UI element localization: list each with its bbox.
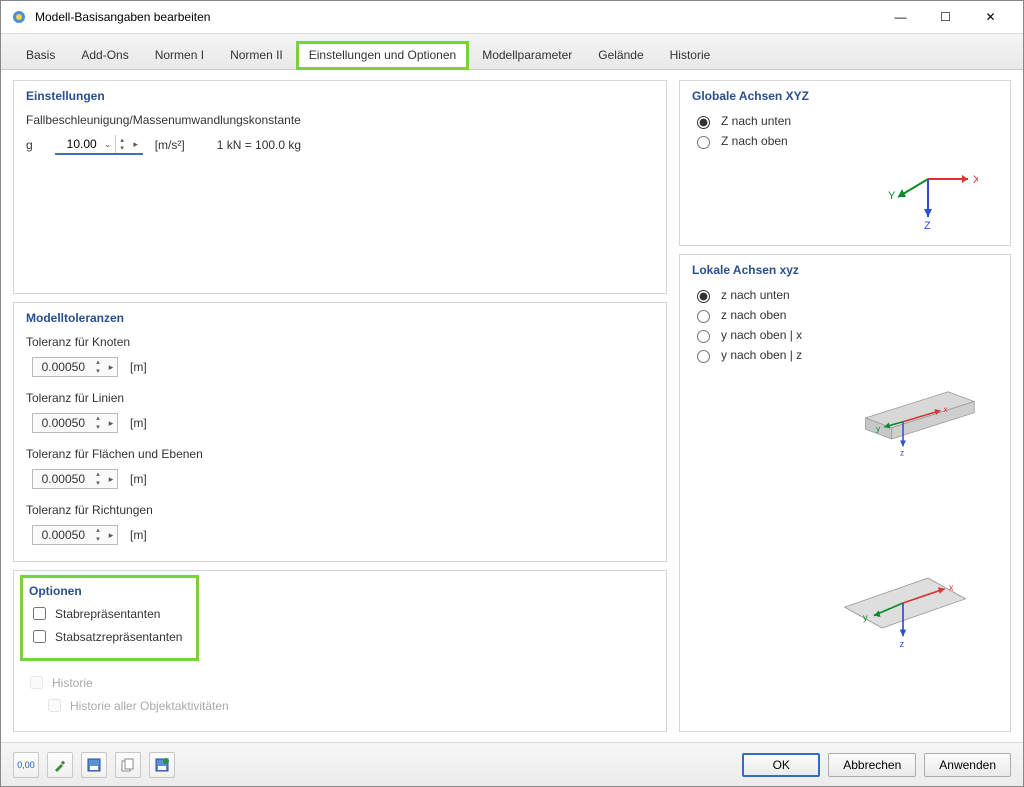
svg-text:X: X <box>973 174 978 186</box>
tab-basis[interactable]: Basis <box>13 41 68 70</box>
disk2-icon <box>155 758 169 772</box>
checkbox-historie-input <box>30 676 43 689</box>
minimize-button[interactable]: — <box>878 2 923 32</box>
tol-unit-1: [m] <box>130 416 147 430</box>
app-icon <box>11 9 27 25</box>
checkbox-stab-input[interactable] <box>33 607 46 620</box>
g-symbol: g <box>26 138 33 152</box>
disk-icon <box>87 758 101 772</box>
toolbtn-decimals[interactable]: 0,00 <box>13 752 39 778</box>
panel-title-settings: Einstellungen <box>26 89 654 103</box>
brush-icon <box>53 758 67 772</box>
tol-label-3: Toleranz für Richtungen <box>26 503 654 517</box>
panel-title-options: Optionen <box>29 584 182 598</box>
dialog-footer: 0,00 OK Abbrechen Anwenden <box>1 742 1023 786</box>
chevron-down-icon[interactable]: ⌄ <box>101 139 115 150</box>
local-axes-plane-diagram: x y z <box>692 537 998 667</box>
panel-settings: Einstellungen Fallbeschleunigung/Massenu… <box>13 80 667 294</box>
tol-spinner-2[interactable]: 0.00050 ▴▾ ▸ <box>32 469 118 489</box>
radio-local-3[interactable]: y nach oben | z <box>692 347 998 363</box>
checkbox-stabsatz[interactable]: Stabsatzrepräsentanten <box>29 627 182 646</box>
options-highlight-box: Optionen Stabrepräsentanten Stabsatzrepr… <box>20 575 199 661</box>
svg-text:Y: Y <box>888 190 896 202</box>
svg-text:y: y <box>863 613 868 623</box>
svg-text:z: z <box>900 449 904 458</box>
panel-title-tolerances: Modelltoleranzen <box>26 311 654 325</box>
panel-title-local-axes: Lokale Achsen xyz <box>692 263 998 277</box>
checkbox-historie-all: Historie aller Objektaktivitäten <box>44 696 654 715</box>
g-unit: [m/s²] <box>155 138 185 152</box>
toolbtn-copy[interactable] <box>115 752 141 778</box>
tol-label-0: Toleranz für Knoten <box>26 335 654 349</box>
tab-normen-1[interactable]: Normen I <box>142 41 217 70</box>
tab-normen-2[interactable]: Normen II <box>217 41 296 70</box>
tol-unit-3: [m] <box>130 528 147 542</box>
tab-modellparameter[interactable]: Modellparameter <box>469 41 585 70</box>
accel-label: Fallbeschleunigung/Massenumwandlungskons… <box>26 113 654 127</box>
radio-global-0[interactable]: Z nach unten <box>692 113 998 129</box>
g-note: 1 kN = 100.0 kg <box>217 138 301 152</box>
toolbtn-brush[interactable] <box>47 752 73 778</box>
close-button[interactable]: ✕ <box>968 2 1013 32</box>
go-arrow-icon[interactable]: ▸ <box>129 139 143 150</box>
g-input[interactable] <box>55 135 101 153</box>
maximize-button[interactable]: ☐ <box>923 2 968 32</box>
svg-text:z: z <box>900 639 905 649</box>
checkbox-historie: Historie <box>26 673 654 692</box>
tol-spinner-3[interactable]: 0.00050 ▴▾ ▸ <box>32 525 118 545</box>
tab-historie[interactable]: Historie <box>657 41 724 70</box>
ok-button[interactable]: OK <box>742 753 820 777</box>
dialog-window: Modell-Basisangaben bearbeiten — ☐ ✕ Bas… <box>0 0 1024 787</box>
panel-tolerances: Modelltoleranzen Toleranz für Knoten 0.0… <box>13 302 667 562</box>
svg-text:x: x <box>949 583 954 593</box>
radio-global-1[interactable]: Z nach oben <box>692 133 998 149</box>
panel-options: Optionen Stabrepräsentanten Stabsatzrepr… <box>13 570 667 732</box>
checkbox-historie-all-input <box>48 699 61 712</box>
tab-gelaende[interactable]: Gelände <box>585 41 656 70</box>
content-area: Einstellungen Fallbeschleunigung/Massenu… <box>1 70 1023 742</box>
checkbox-stab[interactable]: Stabrepräsentanten <box>29 604 182 623</box>
window-title: Modell-Basisangaben bearbeiten <box>35 10 878 24</box>
radio-local-2[interactable]: y nach oben | x <box>692 327 998 343</box>
tabstrip: Basis Add-Ons Normen I Normen II Einstel… <box>1 33 1023 70</box>
copy-icon <box>121 758 135 772</box>
cancel-button[interactable]: Abbrechen <box>828 753 916 777</box>
panel-global-axes: Globale Achsen XYZ Z nach unten Z nach o… <box>679 80 1011 246</box>
titlebar: Modell-Basisangaben bearbeiten — ☐ ✕ <box>1 1 1023 33</box>
tol-label-2: Toleranz für Flächen und Ebenen <box>26 447 654 461</box>
tol-unit-0: [m] <box>130 360 147 374</box>
toolbtn-save[interactable] <box>81 752 107 778</box>
tab-addons[interactable]: Add-Ons <box>68 41 141 70</box>
radio-local-0[interactable]: z nach unten <box>692 287 998 303</box>
g-spinner[interactable]: ⌄ ▴▾ ▸ <box>55 135 143 155</box>
global-axes-diagram: X Y Z <box>692 153 998 233</box>
apply-button[interactable]: Anwenden <box>924 753 1011 777</box>
panel-title-global-axes: Globale Achsen XYZ <box>692 89 998 103</box>
tol-spinner-0[interactable]: 0.00050 ▴▾ ▸ <box>32 357 118 377</box>
tol-spinner-1[interactable]: 0.00050 ▴▾ ▸ <box>32 413 118 433</box>
tol-unit-2: [m] <box>130 472 147 486</box>
toolbtn-save2[interactable] <box>149 752 175 778</box>
tab-settings-options[interactable]: Einstellungen und Optionen <box>296 41 469 70</box>
svg-text:Z: Z <box>924 220 931 229</box>
local-axes-beam-diagram: x y z <box>692 367 998 467</box>
radio-local-1[interactable]: z nach oben <box>692 307 998 323</box>
g-stepper[interactable]: ▴▾ <box>115 135 129 153</box>
checkbox-stabsatz-input[interactable] <box>33 630 46 643</box>
panel-local-axes: Lokale Achsen xyz z nach unten z nach ob… <box>679 254 1011 732</box>
tol-label-1: Toleranz für Linien <box>26 391 654 405</box>
